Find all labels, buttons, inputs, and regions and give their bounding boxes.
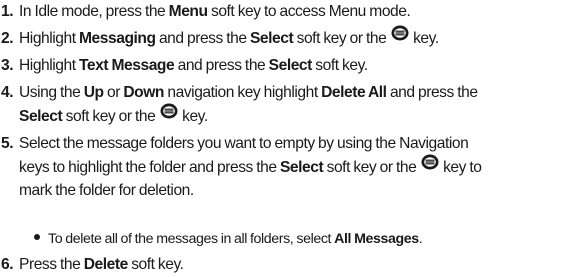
text-run: soft key or the	[62, 107, 159, 125]
text-run: mark the folder for deletion.	[19, 182, 194, 200]
text-run: keys to highlight the folder and press t…	[19, 158, 280, 176]
bold-term: Select	[279, 158, 324, 176]
text-run: Select the message folders you want to e…	[19, 135, 469, 152]
text-run: soft key.	[127, 256, 184, 273]
bold-term: Up	[83, 84, 104, 101]
text-run: Press the	[19, 256, 84, 273]
bullet-dot-icon	[34, 234, 40, 241]
bold-term: Select	[19, 107, 63, 125]
text-run: key.	[178, 107, 208, 125]
step-number: 4.	[1, 84, 14, 101]
ok-key-icon	[160, 103, 178, 127]
text-run: and press the	[386, 84, 478, 101]
text-run: and press the	[174, 57, 269, 74]
bold-term: Text Message	[79, 57, 175, 74]
text-run: or	[103, 84, 124, 101]
bold-term: Messaging	[79, 30, 156, 47]
step-number: 6.	[1, 256, 14, 273]
text-run: Using the	[19, 84, 84, 101]
text-run: soft key.	[311, 57, 368, 74]
step-4: 4. Using the Up or Down navigation key h…	[0, 81, 583, 129]
bold-term: Delete	[83, 256, 129, 273]
step-line: Using the Up or Down navigation key high…	[19, 81, 583, 105]
step-2: 2. Highlight Messaging and press the Sel…	[0, 25, 583, 51]
sub-bullet-text: To delete all of the messages in all fol…	[48, 231, 423, 247]
text-run: and press the	[155, 30, 250, 47]
step-line: Select the message folders you want to e…	[19, 132, 583, 156]
text-run: key.	[409, 30, 439, 47]
step-6: 6. Press the Delete soft key.	[0, 253, 583, 277]
step-text: Select the message folders you want to e…	[19, 132, 583, 203]
step-1: 1. In Idle mode, press the Menu soft key…	[0, 0, 583, 24]
ok-key-icon	[391, 25, 409, 49]
step-line: Highlight Text Message and press the Sel…	[19, 54, 583, 78]
text-run: key to	[439, 158, 482, 176]
bold-term: Select	[268, 57, 313, 74]
step-3: 3. Highlight Text Message and press the …	[0, 54, 583, 78]
bold-term: Down	[123, 84, 164, 101]
text-run: In Idle mode, press the	[19, 3, 169, 20]
step-line: Press the Delete soft key.	[19, 253, 583, 277]
text-run: soft key to access Menu mode.	[207, 3, 411, 20]
text-run: soft key or the	[293, 30, 390, 47]
step-number: 1.	[1, 3, 14, 20]
step-line: Select soft key or the key.	[19, 103, 583, 129]
step-number: 2.	[1, 30, 14, 47]
step-5: 5. Select the message folders you want t…	[0, 132, 583, 204]
step-text: Using the Up or Down navigation key high…	[19, 81, 583, 128]
text-run: To delete all of the messages in all fol…	[48, 231, 335, 247]
bold-term: All Messages	[334, 231, 419, 247]
bold-term: Select	[249, 30, 294, 47]
step-text: Highlight Text Message and press the Sel…	[19, 54, 583, 78]
ok-key-icon	[421, 154, 439, 178]
bold-term: Menu	[168, 3, 208, 20]
step-text: Highlight Messaging and press the Select…	[19, 25, 583, 51]
bold-term: Delete All	[321, 84, 387, 101]
step-line: mark the folder for deletion.	[19, 179, 583, 203]
sub-bullet-item: To delete all of the messages in all fol…	[34, 228, 579, 252]
step-line: keys to highlight the folder and press t…	[19, 154, 583, 180]
text-run: .	[418, 231, 423, 247]
step-text: Press the Delete soft key.	[19, 253, 583, 277]
step-number: 3.	[1, 57, 14, 74]
text-run: soft key or the	[323, 158, 420, 176]
step-line: Highlight Messaging and press the Select…	[19, 25, 583, 51]
step-number: 5.	[1, 135, 14, 152]
step-text: In Idle mode, press the Menu soft key to…	[19, 0, 583, 24]
text-run: Highlight	[19, 30, 80, 47]
step-line: In Idle mode, press the Menu soft key to…	[19, 0, 583, 24]
text-run: Highlight	[19, 57, 80, 74]
text-run: navigation key highlight	[164, 84, 322, 101]
